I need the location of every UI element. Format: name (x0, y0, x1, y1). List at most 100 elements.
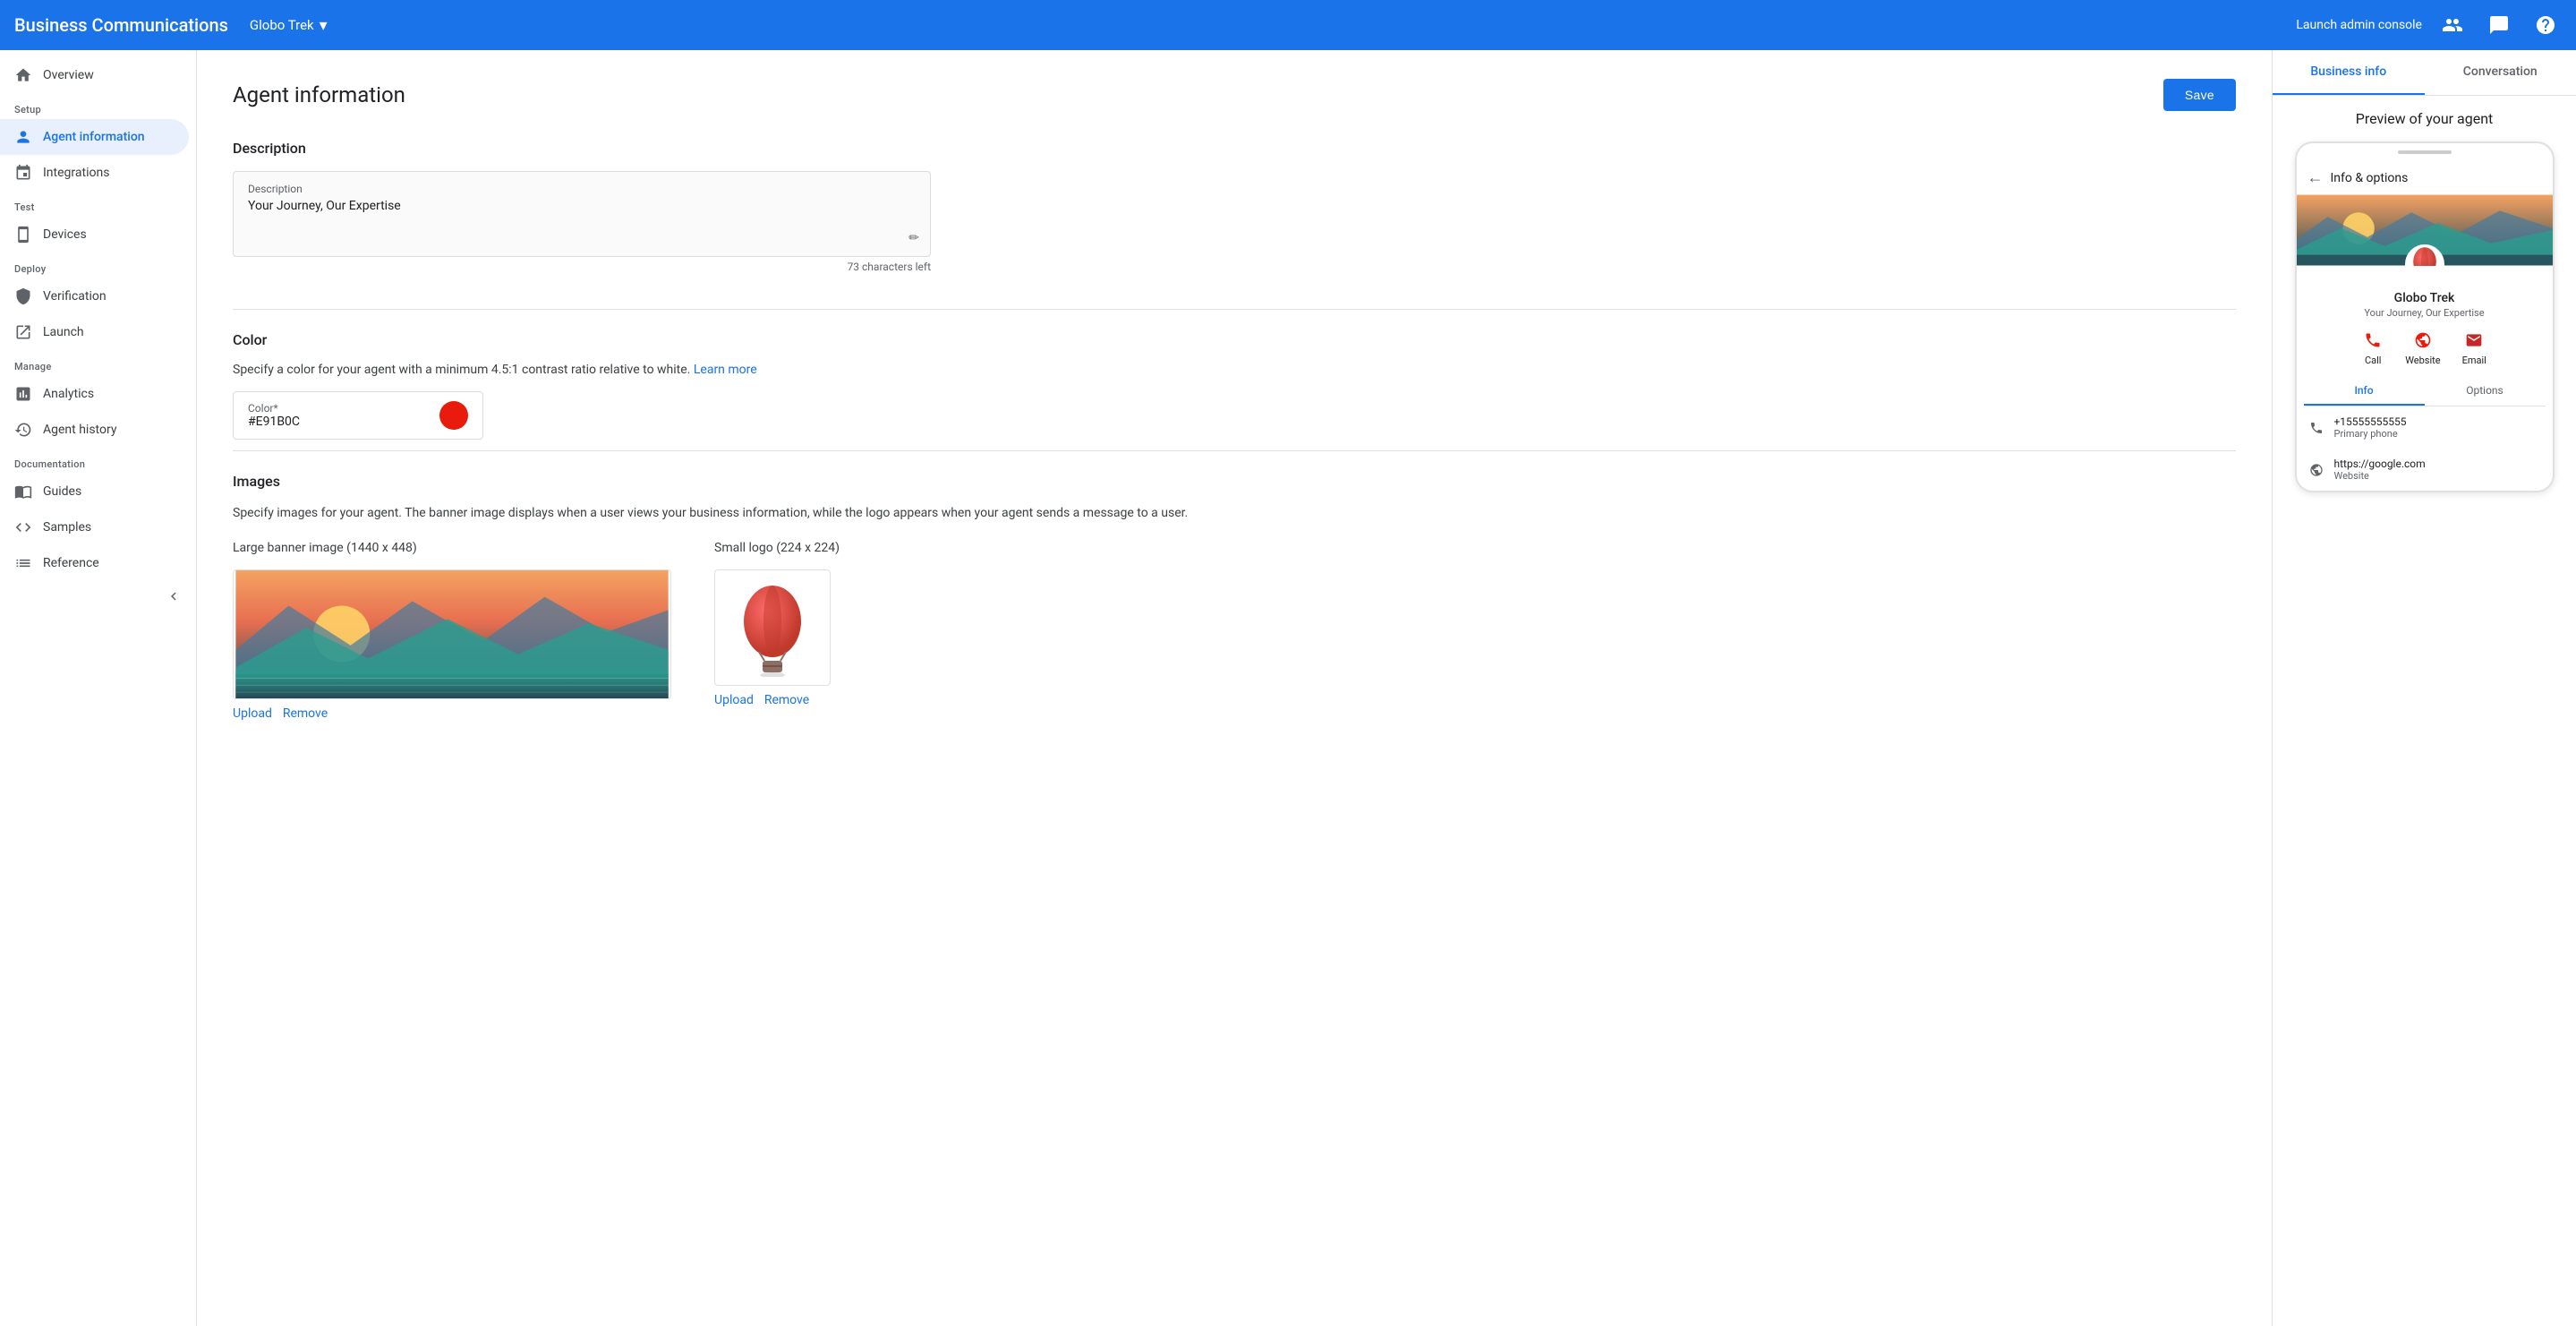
phone-info-phone: +15555555555 Primary phone (2297, 406, 2553, 449)
website-url: https://google.com (2334, 458, 2426, 470)
phone-action-call[interactable]: Call (2362, 329, 2384, 366)
phone-action-email[interactable]: Email (2462, 329, 2486, 366)
images-grid: Large banner image (1440 x 448) (233, 541, 2236, 721)
color-value: #E91B0C (248, 415, 300, 429)
save-button[interactable]: Save (2163, 79, 2236, 111)
sidebar-item-reference[interactable]: Reference (0, 545, 189, 581)
phone-back-icon: ← (2307, 168, 2324, 187)
sidebar-item-agent-history[interactable]: Agent history (0, 412, 189, 448)
sidebar-item-launch[interactable]: Launch (0, 314, 189, 350)
edit-icon[interactable]: ✏ (908, 231, 919, 245)
brand-selector[interactable]: Globo Trek ▾ (250, 16, 328, 35)
color-field[interactable]: Color* #E91B0C (233, 391, 483, 440)
banner-upload-link[interactable]: Upload (233, 706, 272, 721)
chat-icon[interactable] (2483, 9, 2515, 41)
description-textarea[interactable]: Your Journey, Our Expertise (248, 199, 916, 242)
phone-business-desc: Your Journey, Our Expertise (2297, 307, 2553, 319)
description-section-title: Description (233, 140, 2236, 157)
phone-mockup: ← Info & options (2295, 141, 2555, 492)
website-icon (2412, 329, 2434, 351)
page-title: Agent information (233, 82, 405, 107)
launch-icon (14, 323, 32, 341)
tab-business-info[interactable]: Business info (2273, 50, 2425, 95)
sidebar-item-overview[interactable]: Overview (0, 57, 189, 93)
banner-label: Large banner image (1440 x 448) (233, 541, 671, 555)
right-panel: Business info Conversation Preview of yo… (2272, 50, 2576, 1326)
color-field-inner: Color* #E91B0C (248, 402, 300, 429)
sidebar-label-analytics: Analytics (43, 387, 94, 401)
phone-header: ← Info & options (2297, 161, 2553, 194)
images-section-title: Images (233, 473, 2236, 490)
top-nav: Business Communications Globo Trek ▾ Lau… (0, 0, 2576, 50)
phone-notch (2398, 150, 2452, 154)
website-label: Website (2334, 470, 2426, 482)
book-icon (14, 483, 32, 500)
sidebar-label-guides: Guides (43, 484, 81, 499)
people-icon[interactable] (2436, 9, 2469, 41)
phone-tab-info[interactable]: Info (2304, 377, 2425, 406)
phone-action-website[interactable]: Website (2405, 329, 2440, 366)
phone-info-website-text: https://google.com Website (2334, 458, 2426, 482)
sidebar-section-test: Test (0, 191, 196, 217)
code-icon (14, 518, 32, 536)
help-icon[interactable] (2529, 9, 2562, 41)
app-title: Business Communications (14, 14, 228, 36)
sidebar-item-agent-information[interactable]: Agent information (0, 119, 189, 155)
home-icon (14, 66, 32, 84)
sidebar-item-guides[interactable]: Guides (0, 474, 189, 509)
phone-actions: Call Website Email (2297, 319, 2553, 377)
phone-info-phone-text: +15555555555 Primary phone (2334, 415, 2407, 440)
sidebar-label-samples: Samples (43, 520, 91, 535)
layout: Overview Setup Agent information Integra… (0, 50, 2576, 1326)
sidebar-section-deploy: Deploy (0, 252, 196, 278)
sidebar-item-integrations[interactable]: Integrations (0, 155, 189, 191)
sidebar-label-integrations: Integrations (43, 166, 109, 180)
right-panel-tabs: Business info Conversation (2273, 50, 2576, 96)
launch-admin-console-link[interactable]: Launch admin console (2296, 18, 2422, 32)
logo-remove-link[interactable]: Remove (764, 693, 809, 707)
analytics-icon (14, 385, 32, 403)
phone-android-icon (14, 226, 32, 244)
integrations-icon (14, 164, 32, 182)
phone-tab-options[interactable]: Options (2425, 377, 2546, 406)
sidebar-label-verification: Verification (43, 289, 107, 304)
shield-icon (14, 287, 32, 305)
description-field-label: Description (248, 183, 916, 195)
person-icon (14, 128, 32, 146)
email-label: Email (2462, 355, 2486, 366)
chars-left: 73 characters left (233, 261, 931, 273)
banner-remove-link[interactable]: Remove (283, 706, 328, 721)
phone-info-website-icon (2307, 461, 2325, 479)
color-section-title: Color (233, 331, 2236, 348)
sidebar-item-devices[interactable]: Devices (0, 217, 189, 252)
sidebar-item-verification[interactable]: Verification (0, 278, 189, 314)
list-icon (14, 554, 32, 572)
color-description: Specify a color for your agent with a mi… (233, 363, 2236, 377)
tab-conversation[interactable]: Conversation (2425, 50, 2576, 95)
call-label: Call (2365, 355, 2382, 366)
sidebar-item-analytics[interactable]: Analytics (0, 376, 189, 412)
sidebar-collapse-button[interactable] (0, 581, 196, 612)
page-header: Agent information Save (233, 79, 2236, 111)
phone-banner (2297, 194, 2553, 266)
learn-more-link[interactable]: Learn more (694, 363, 757, 377)
right-panel-content: Preview of your agent ← Info & options (2273, 96, 2576, 1326)
phone-info-website: https://google.com Website (2297, 449, 2553, 491)
logo-upload-link[interactable]: Upload (714, 693, 754, 707)
color-swatch[interactable] (439, 401, 468, 430)
sidebar-section-docs: Documentation (0, 448, 196, 474)
call-icon (2362, 329, 2384, 351)
sidebar-label-launch: Launch (43, 325, 84, 339)
sidebar-section-manage: Manage (0, 350, 196, 376)
logo-label: Small logo (224 x 224) (714, 541, 840, 555)
chevron-down-icon: ▾ (320, 16, 328, 35)
phone-business-name: Globo Trek (2297, 291, 2553, 305)
color-section: Color Specify a color for your agent wit… (233, 331, 2236, 440)
website-label: Website (2405, 355, 2440, 366)
images-description: Specify images for your agent. The banne… (233, 504, 2236, 523)
sidebar-section-setup: Setup (0, 93, 196, 119)
sidebar-label-agent-history: Agent history (43, 423, 116, 437)
sidebar-item-samples[interactable]: Samples (0, 509, 189, 545)
phone-number-label: Primary phone (2334, 428, 2407, 440)
logo-actions: Upload Remove (714, 693, 840, 707)
